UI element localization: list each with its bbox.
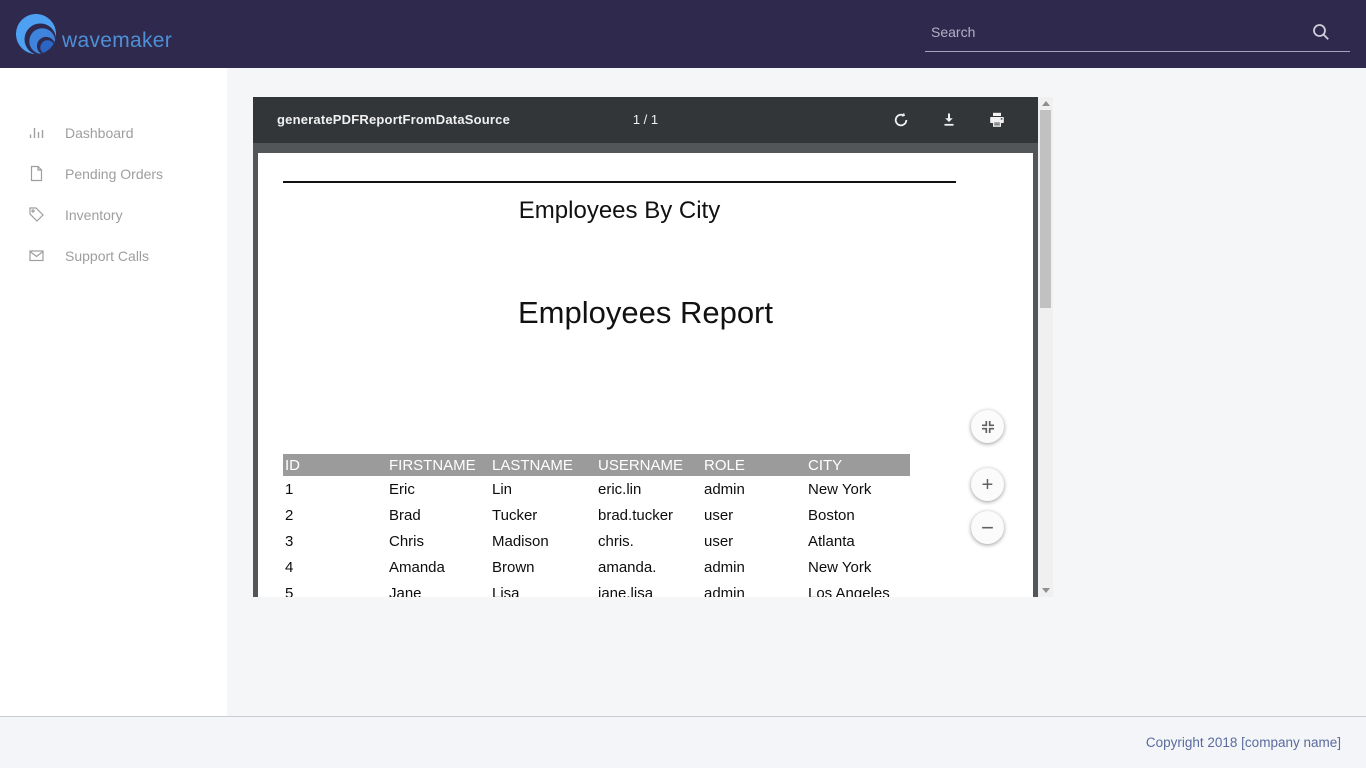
col-header: USERNAME <box>596 457 702 474</box>
cell-city: Boston <box>806 507 910 524</box>
cell-lastname: Tucker <box>490 507 596 524</box>
report-subtitle: Employees By City <box>283 198 956 224</box>
download-icon[interactable] <box>940 111 958 129</box>
cell-firstname: Amanda <box>387 559 490 576</box>
sidebar-item-pending-orders[interactable]: Pending Orders <box>0 153 227 194</box>
cell-username: brad.tucker <box>596 507 702 524</box>
report-title: Employees Report <box>258 296 1033 330</box>
table-row: 5 Jane Lisa jane.lisa admin Los Angeles <box>283 580 910 597</box>
cell-role: user <box>702 507 806 524</box>
col-header: ID <box>283 457 387 474</box>
cell-city: New York <box>806 559 910 576</box>
sidebar-item-label: Inventory <box>65 207 123 223</box>
cell-city: New York <box>806 481 910 498</box>
app-footer: Copyright 2018 [company name] <box>0 716 1366 768</box>
sidebar-item-inventory[interactable]: Inventory <box>0 194 227 235</box>
search-box <box>925 12 1350 52</box>
brand-logo[interactable]: wavemaker <box>13 10 172 58</box>
fit-to-page-icon <box>981 420 995 434</box>
col-header: CITY <box>806 457 910 474</box>
scroll-up-icon[interactable] <box>1038 97 1053 110</box>
cell-lastname: Madison <box>490 533 596 550</box>
table-row: 1 Eric Lin eric.lin admin New York <box>283 476 910 502</box>
cell-lastname: Lin <box>490 481 596 498</box>
rotate-icon[interactable] <box>892 111 910 129</box>
zoom-in-button[interactable]: + <box>971 468 1004 501</box>
wavemaker-wave-icon <box>13 10 59 58</box>
cell-role: user <box>702 533 806 550</box>
sidebar-item-label: Dashboard <box>65 125 134 141</box>
zoom-out-button[interactable]: − <box>971 511 1004 544</box>
pdf-toolbar: generatePDFReportFromDataSource 1 / 1 <box>253 97 1038 143</box>
tag-icon <box>28 206 45 223</box>
bar-chart-icon <box>28 124 45 141</box>
cell-id: 5 <box>283 585 387 598</box>
table-row: 3 Chris Madison chris. user Atlanta <box>283 528 910 554</box>
document-icon <box>28 165 45 182</box>
scrollbar-thumb[interactable] <box>1040 110 1051 308</box>
topbar: wavemaker <box>0 0 1366 68</box>
brand-name: wavemaker <box>62 29 172 53</box>
cell-city: Atlanta <box>806 533 910 550</box>
cell-id: 4 <box>283 559 387 576</box>
cell-firstname: Chris <box>387 533 490 550</box>
table-header-row: ID FIRSTNAME LASTNAME USERNAME ROLE CITY <box>283 454 910 476</box>
cell-firstname: Jane <box>387 585 490 598</box>
cell-username: jane.lisa <box>596 585 702 598</box>
col-header: FIRSTNAME <box>387 457 490 474</box>
cell-id: 1 <box>283 481 387 498</box>
cell-firstname: Eric <box>387 481 490 498</box>
cell-username: eric.lin <box>596 481 702 498</box>
col-header: ROLE <box>702 457 806 474</box>
pdf-viewer: generatePDFReportFromDataSource 1 / 1 <box>253 97 1053 597</box>
cell-username: amanda. <box>596 559 702 576</box>
cell-city: Los Angeles <box>806 585 910 598</box>
cell-id: 3 <box>283 533 387 550</box>
pdf-toolbar-actions <box>892 97 1006 143</box>
table-row: 4 Amanda Brown amanda. admin New York <box>283 554 910 580</box>
employees-table: ID FIRSTNAME LASTNAME USERNAME ROLE CITY… <box>283 454 910 597</box>
cell-firstname: Brad <box>387 507 490 524</box>
copyright-text: Copyright 2018 [company name] <box>1146 735 1341 750</box>
cell-role: admin <box>702 481 806 498</box>
search-input[interactable] <box>925 24 1310 40</box>
table-row: 2 Brad Tucker brad.tucker user Boston <box>283 502 910 528</box>
search-icon[interactable] <box>1310 21 1332 43</box>
cell-username: chris. <box>596 533 702 550</box>
pdf-page: Employees By City Employees Report ID FI… <box>258 153 1033 597</box>
sidebar: Dashboard Pending Orders Inventory Suppo… <box>0 68 227 716</box>
pdf-scrollbar[interactable] <box>1038 97 1053 597</box>
cell-role: admin <box>702 585 806 598</box>
cell-lastname: Brown <box>490 559 596 576</box>
sidebar-item-label: Pending Orders <box>65 166 163 182</box>
cell-id: 2 <box>283 507 387 524</box>
fit-to-page-button[interactable] <box>971 410 1004 443</box>
envelope-icon <box>28 247 45 264</box>
sidebar-item-dashboard[interactable]: Dashboard <box>0 112 227 153</box>
sidebar-item-support-calls[interactable]: Support Calls <box>0 235 227 276</box>
col-header: LASTNAME <box>490 457 596 474</box>
cell-lastname: Lisa <box>490 585 596 598</box>
scroll-down-icon[interactable] <box>1038 584 1053 597</box>
sidebar-item-label: Support Calls <box>65 248 149 264</box>
header-rule <box>283 181 956 183</box>
print-icon[interactable] <box>988 111 1006 129</box>
cell-role: admin <box>702 559 806 576</box>
